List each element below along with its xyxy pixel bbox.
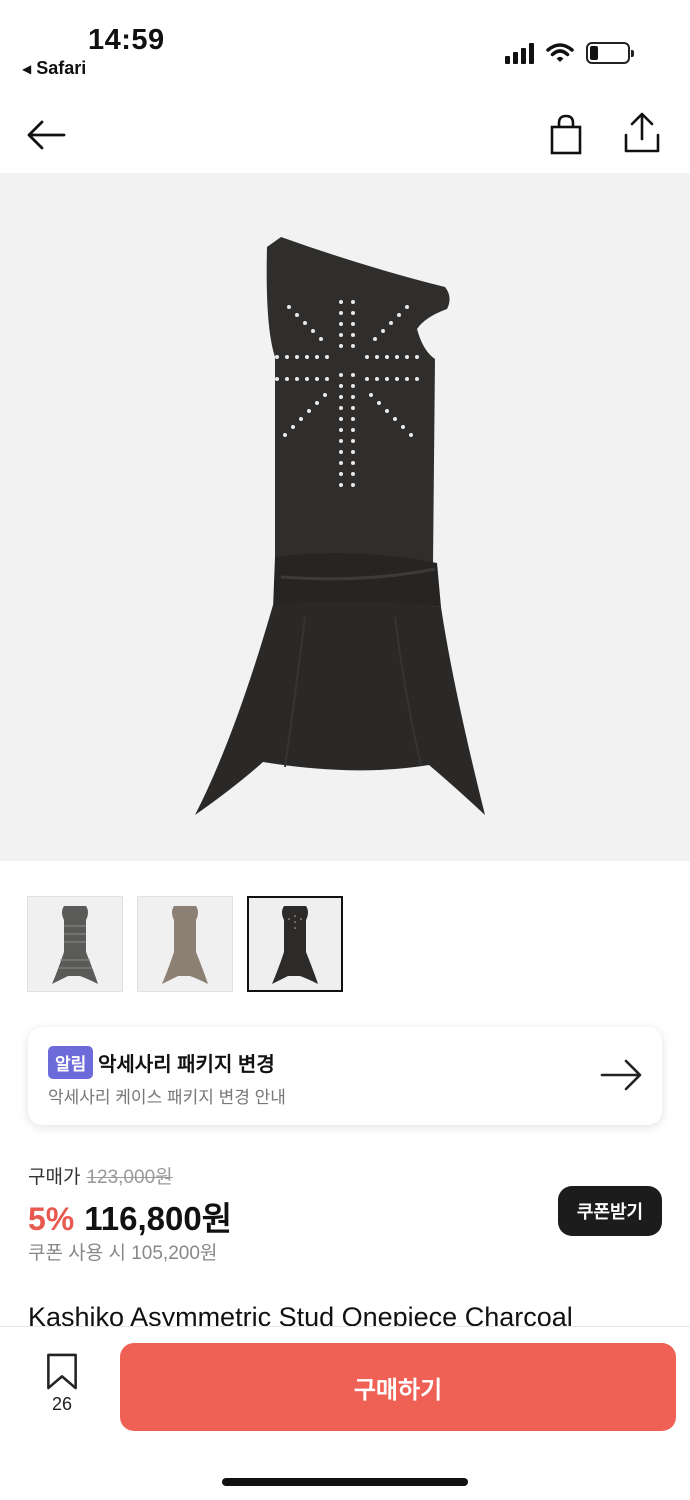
thumbnail-grey-stripe[interactable] <box>27 896 123 992</box>
share-button[interactable] <box>620 111 664 155</box>
dress-thumbnail-grey <box>52 906 98 984</box>
thumbnail-charcoal[interactable] <box>247 896 343 992</box>
thumbnail-strip <box>27 896 343 992</box>
share-icon <box>624 112 660 153</box>
original-price: 123,000원 <box>86 1167 173 1188</box>
notice-card[interactable]: 알림 악세사리 패키지 변경 악세사리 케이스 패키지 변경 안내 <box>28 1027 662 1125</box>
bookmark-count: 26 <box>51 1394 73 1414</box>
dress-thumbnail-charcoal <box>272 906 318 984</box>
back-triangle-icon: ◀ <box>22 61 32 76</box>
notice-badge: 알림 <box>48 1046 94 1079</box>
get-coupon-button[interactable]: 쿠폰받기 <box>558 1186 662 1236</box>
price-label-row: 구매가 123,000원 <box>28 1162 173 1189</box>
status-time: 14:59 <box>88 24 165 56</box>
bookmark-icon <box>47 1353 77 1390</box>
sale-price: 116,800원 <box>84 1200 233 1237</box>
notice-title: 악세사리 패키지 변경 <box>98 1054 275 1076</box>
back-to-app-link[interactable]: ◀ Safari <box>22 58 86 79</box>
shopping-bag-icon <box>550 114 582 155</box>
back-app-label: Safari <box>36 58 87 78</box>
arrow-right-icon <box>600 1059 642 1091</box>
bottom-action-bar: 26 구매하기 <box>0 1326 690 1500</box>
dress-thumbnail-taupe <box>162 906 208 984</box>
bookmark-button[interactable]: 26 <box>40 1353 84 1415</box>
thumbnail-taupe[interactable] <box>137 896 233 992</box>
wifi-icon <box>546 43 574 62</box>
status-indicators <box>505 42 634 64</box>
price-label: 구매가 <box>28 1167 81 1188</box>
product-main-image[interactable] <box>0 173 690 861</box>
coupon-price-text: 쿠폰 사용 시 105,200원 <box>28 1243 218 1264</box>
arrow-left-icon <box>27 120 66 150</box>
nav-bar <box>0 95 690 173</box>
buy-button[interactable]: 구매하기 <box>120 1343 676 1431</box>
status-bar: 14:59 ◀ Safari <box>0 0 690 95</box>
battery-icon <box>586 42 634 64</box>
dress-illustration <box>195 237 485 815</box>
cart-button[interactable] <box>544 113 588 157</box>
back-button[interactable] <box>24 113 68 157</box>
notice-subtitle: 악세사리 케이스 패키지 변경 안내 <box>48 1088 286 1107</box>
cellular-signal-icon <box>505 42 534 64</box>
sale-price-row: 5% 116,800원 <box>28 1192 232 1240</box>
home-indicator[interactable] <box>222 1478 468 1486</box>
discount-rate: 5% <box>28 1201 75 1237</box>
